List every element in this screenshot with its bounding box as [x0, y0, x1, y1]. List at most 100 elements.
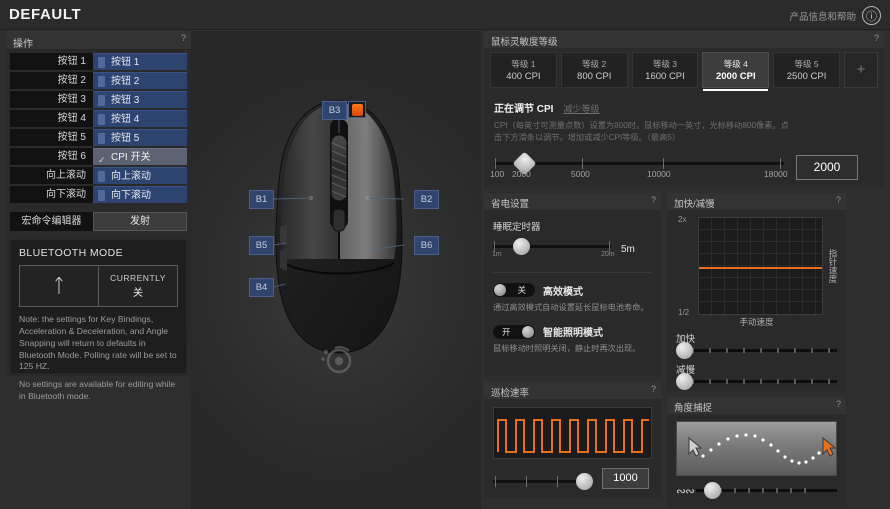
- efficiency-mode-toggle[interactable]: 关: [493, 283, 535, 298]
- help-icon[interactable]: ?: [836, 399, 841, 409]
- cpi-tab-value: 1600 CPI: [645, 71, 685, 82]
- polling-value-input[interactable]: 1000: [602, 467, 649, 489]
- polling-slider-knob[interactable]: [576, 473, 593, 491]
- help-icon[interactable]: ?: [181, 33, 186, 43]
- cpi-tab-4[interactable]: 等级 4 2000 CPI: [702, 52, 770, 91]
- help-link[interactable]: 产品信息和帮助: [789, 9, 856, 23]
- cpi-tab-5[interactable]: 等级 5 2500 CPI: [773, 52, 840, 88]
- binding-value[interactable]: 向上滚动: [93, 167, 187, 184]
- acceleration-panel-title: 加快/减慢: [674, 198, 715, 210]
- app-header: DEFAULT 产品信息和帮助 ⓘ: [0, 0, 890, 30]
- binding-value[interactable]: 按钮 3: [93, 91, 187, 108]
- callout-b5[interactable]: B5: [249, 236, 274, 255]
- list-item[interactable]: 按钮 3 按钮 3: [10, 91, 187, 108]
- binding-value[interactable]: ✓ CPI 开关: [93, 148, 187, 165]
- cpi-tab-1[interactable]: 等级 1 400 CPI: [490, 52, 557, 88]
- angle-snapping-knob[interactable]: [704, 482, 722, 500]
- angle-tick: [776, 488, 779, 494]
- cpi-slider[interactable]: 100 2000 5000 10000 18000: [490, 151, 788, 181]
- list-item[interactable]: 向上滚动 向上滚动: [10, 167, 187, 184]
- square-wave-svg: [497, 418, 649, 453]
- binding-value-label: CPI 开关: [111, 152, 151, 163]
- cpi-scale-tick: 100: [490, 168, 505, 179]
- cpi-scale-tick: 18000: [764, 168, 788, 179]
- binding-name: 按钮 4: [10, 110, 93, 127]
- cpi-tab-3[interactable]: 等级 3 1600 CPI: [631, 52, 699, 88]
- callout-b4[interactable]: B4: [249, 278, 274, 297]
- accel-tick: [709, 347, 711, 353]
- binding-name: 按钮 6: [10, 148, 93, 165]
- accel-tick: [726, 347, 728, 353]
- bluetooth-toggle[interactable]: ᛏ CURRENTLY 关: [19, 265, 178, 307]
- page-title: DEFAULT: [9, 6, 82, 23]
- callout-b3[interactable]: B3: [322, 101, 347, 120]
- list-item[interactable]: 向下滚动 向下滚动: [10, 186, 187, 203]
- cpi-slider-track[interactable]: [494, 151, 784, 176]
- angle-snapping-header: 角度捕捉 ?: [667, 396, 846, 414]
- add-cpi-level-button[interactable]: +: [843, 52, 878, 88]
- gridline: [763, 217, 764, 314]
- decelerate-slider[interactable]: [676, 372, 837, 390]
- help-icon[interactable]: ?: [836, 195, 841, 205]
- callout-label: B4: [255, 282, 268, 293]
- gridline: [699, 228, 822, 230]
- polling-slider[interactable]: [493, 473, 593, 491]
- angle-snapping-preview[interactable]: [676, 420, 837, 476]
- scroll-down-icon: [98, 190, 105, 201]
- wave-icon: ∾∾: [676, 483, 695, 498]
- acceleration-curve: [699, 266, 822, 269]
- callout-label: B5: [255, 240, 268, 251]
- bluetooth-status-half[interactable]: CURRENTLY 关: [98, 266, 177, 306]
- decel-tick: [828, 378, 830, 384]
- binding-name: 按钮 2: [10, 72, 93, 89]
- binding-value[interactable]: 按钮 1: [93, 53, 187, 70]
- accelerate-slider[interactable]: [676, 341, 837, 359]
- accel-tick: [760, 347, 762, 353]
- decelerate-slider-knob[interactable]: [676, 372, 693, 390]
- help-icon[interactable]: ?: [874, 33, 879, 43]
- list-item[interactable]: 按钮 4 按钮 4: [10, 110, 187, 127]
- power-column: 省电设置 ? 睡眠定时器 1m 20m 5m 关 高效模式 通过高效模式自动设置…: [484, 192, 661, 507]
- list-item[interactable]: 按钮 6 ✓ CPI 开关: [10, 148, 187, 165]
- binding-name: 按钮 1: [10, 53, 93, 70]
- acceleration-plot-area[interactable]: [698, 216, 823, 315]
- macro-launch-button[interactable]: 发射: [93, 212, 187, 231]
- reduce-levels-link[interactable]: 减少等级: [563, 102, 599, 115]
- sleep-timer-track[interactable]: [493, 237, 611, 255]
- accel-tick: [811, 347, 813, 353]
- polling-slider-track[interactable]: [493, 473, 593, 491]
- binding-value[interactable]: 向下滚动: [93, 186, 187, 203]
- binding-value-label: 按钮 3: [111, 95, 140, 106]
- angle-snapping-body: ∾∾: [667, 414, 846, 507]
- accelerate-slider-knob[interactable]: [676, 341, 693, 359]
- callout-b2[interactable]: B2: [414, 190, 439, 209]
- callout-b1[interactable]: B1: [249, 190, 274, 209]
- efficiency-mode-desc: 通过高效模式自动设置延长鼠标电池寿命。: [493, 302, 649, 312]
- cpi-value-input[interactable]: 2000: [796, 154, 858, 180]
- bluetooth-note-1: Note: the settings for Key Bindings, Acc…: [19, 314, 177, 372]
- info-icon[interactable]: ⓘ: [862, 6, 881, 25]
- sleep-range-labels: 1m 20m: [492, 251, 615, 261]
- list-item[interactable]: 按钮 1 按钮 1: [10, 53, 187, 70]
- callout-label: B3: [328, 105, 341, 116]
- callout-b6[interactable]: B6: [414, 236, 439, 255]
- gridline: [737, 217, 738, 314]
- list-item[interactable]: 按钮 2 按钮 2: [10, 72, 187, 89]
- list-item[interactable]: 按钮 5 按钮 5: [10, 129, 187, 146]
- acceleration-chart: 2x 1/2 指针速度 手动速度: [676, 215, 838, 327]
- binding-value[interactable]: 按钮 5: [93, 129, 187, 146]
- mouse-button-icon: [98, 95, 105, 106]
- sleep-timer-slider[interactable]: 1m 20m: [492, 237, 615, 261]
- smart-lighting-toggle[interactable]: 开: [493, 324, 535, 339]
- cpi-tab-2[interactable]: 等级 2 800 CPI: [560, 52, 628, 88]
- decelerate-label: 减慢: [676, 364, 696, 376]
- bluetooth-icon-half[interactable]: ᛏ: [20, 266, 98, 306]
- help-icon[interactable]: ?: [651, 195, 656, 205]
- callout-b3-icon-box[interactable]: [348, 101, 366, 118]
- binding-value[interactable]: 按钮 4: [93, 110, 187, 127]
- help-icon[interactable]: ?: [651, 384, 656, 394]
- decel-tick: [777, 378, 779, 384]
- cpi-scale-tick: 10000: [647, 168, 671, 179]
- binding-value[interactable]: 按钮 2: [93, 72, 187, 89]
- angle-snapping-slider[interactable]: [696, 482, 837, 500]
